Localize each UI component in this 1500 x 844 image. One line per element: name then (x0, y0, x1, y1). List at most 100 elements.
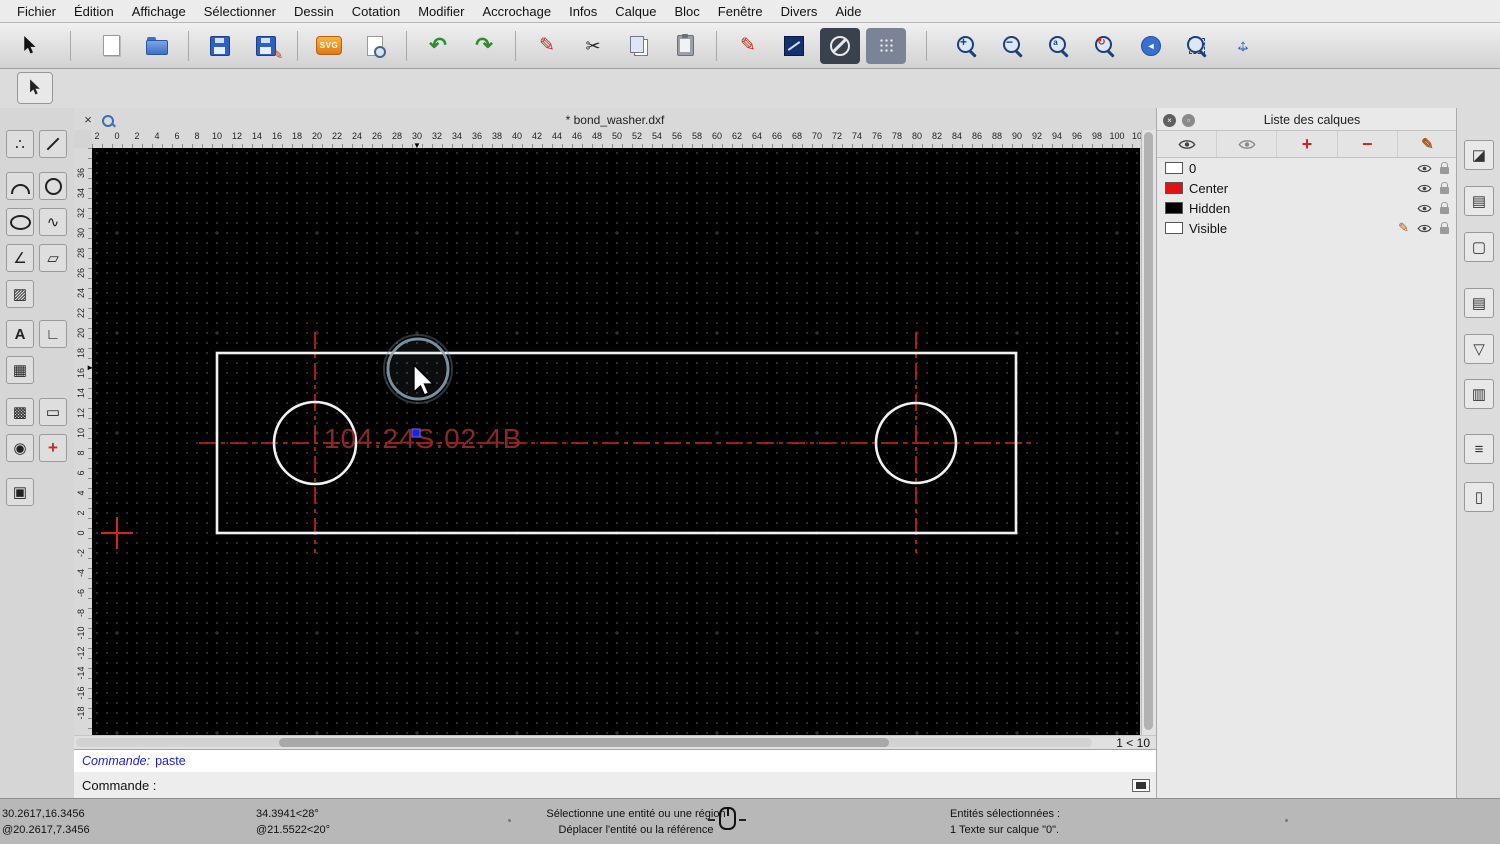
vertical-scrollbar-thumb[interactable] (1144, 132, 1153, 730)
remove-layer-button[interactable]: − (1338, 131, 1398, 157)
layer-visibility-icon[interactable] (1417, 204, 1432, 213)
menu-dessin[interactable]: Dessin (285, 4, 343, 19)
layer-lock-icon[interactable] (1440, 187, 1449, 194)
dock-properties-button[interactable]: ▥ (1464, 379, 1494, 409)
tab-close-button[interactable]: × (80, 112, 96, 128)
add-layer-button[interactable]: + (1277, 131, 1337, 157)
menu-cotation[interactable]: Cotation (343, 4, 409, 19)
save-as-button[interactable]: ✎ (246, 28, 286, 64)
dock-clipboard-button[interactable]: ▯ (1464, 482, 1494, 512)
cut-button[interactable]: ✂ (573, 28, 613, 64)
layer-visibility-icon[interactable] (1417, 164, 1432, 173)
menu-bloc[interactable]: Bloc (665, 4, 708, 19)
zoom-previous-button[interactable]: ◄ (1131, 28, 1171, 64)
menu-modifier[interactable]: Modifier (409, 4, 473, 19)
horizontal-scrollbar-thumb[interactable] (279, 738, 889, 747)
dock-library-button[interactable]: ◪ (1464, 140, 1494, 170)
layer-visibility-icon[interactable] (1417, 184, 1432, 193)
layer-edit-pencil-icon[interactable]: ✎ (1398, 220, 1409, 236)
zoom-out-button[interactable]: − (993, 28, 1033, 64)
menu-divers[interactable]: Divers (772, 4, 827, 19)
arc-tool[interactable] (6, 172, 34, 200)
select-tool-button[interactable] (10, 28, 50, 64)
layer-row-visible[interactable]: Visible ✎ (1157, 218, 1457, 238)
zoom-window-button[interactable] (1177, 28, 1217, 64)
zoom-pan-button[interactable]: ↔↕ (1223, 28, 1263, 64)
scissors-icon: ✂ (585, 37, 600, 55)
attributes-button[interactable] (774, 28, 814, 64)
show-all-layers-button[interactable] (1157, 131, 1217, 157)
polyline-tool[interactable]: ∠ (6, 244, 34, 272)
layer-row-hidden[interactable]: Hidden (1157, 198, 1457, 218)
save-button[interactable] (200, 28, 240, 64)
drawing-canvas[interactable]: 104.24S.02.4B (92, 148, 1140, 735)
dock-blocks-button[interactable]: ▤ (1464, 186, 1494, 216)
tab-zoom-icon[interactable] (102, 115, 114, 127)
image-tool[interactable]: ▦ (6, 356, 34, 384)
dock-command-button[interactable]: ≡ (1464, 434, 1494, 464)
layer-row-0[interactable]: 0 (1157, 158, 1457, 178)
circle-tool[interactable] (39, 172, 67, 200)
snap-tool[interactable]: + (39, 434, 67, 462)
line-tool[interactable] (39, 130, 67, 158)
donut-tool[interactable]: ◉ (6, 434, 34, 462)
command-input[interactable] (162, 774, 1126, 796)
menu-fichier[interactable]: Fichier (8, 4, 65, 19)
menu-edition[interactable]: Édition (65, 4, 123, 19)
dock-filter-button[interactable]: ▽ (1464, 334, 1494, 364)
redo-button[interactable]: ↷ (464, 28, 504, 64)
circle-tool-button[interactable] (820, 28, 860, 64)
zoom-in-button[interactable]: + (947, 28, 987, 64)
eraser-button[interactable]: ✎ (527, 28, 567, 64)
print-preview-button[interactable] (355, 28, 395, 64)
dock-window-button[interactable]: ▢ (1464, 232, 1494, 262)
measure-tool[interactable]: ▭ (39, 398, 67, 426)
explode-tool[interactable]: ▩ (6, 398, 34, 426)
spline-tool[interactable]: ∿ (39, 208, 67, 236)
zoom-auto-button[interactable]: a (1039, 28, 1079, 64)
svg-export-button[interactable]: SVG (309, 28, 349, 64)
menu-aide[interactable]: Aide (826, 4, 870, 19)
panel-float-button[interactable]: ▫ (1182, 114, 1195, 127)
polygon-tool[interactable]: ▱ (39, 244, 67, 272)
layer-color-swatch[interactable] (1165, 222, 1183, 234)
layer-row-center[interactable]: Center (1157, 178, 1457, 198)
solid-tool[interactable]: ▣ (6, 478, 34, 506)
horizontal-scrollbar[interactable] (76, 738, 1092, 747)
hide-all-layers-button[interactable] (1217, 131, 1277, 157)
points-tool[interactable]: ∴ (6, 130, 34, 158)
pen-button[interactable]: ✎ (728, 28, 768, 64)
layer-color-swatch[interactable] (1165, 162, 1183, 174)
layer-lock-icon[interactable] (1440, 227, 1449, 234)
vertical-scrollbar[interactable] (1141, 130, 1156, 735)
menu-accrochage[interactable]: Accrochage (473, 4, 560, 19)
copy-button[interactable] (619, 28, 659, 64)
paste-button[interactable] (665, 28, 705, 64)
open-file-button[interactable] (137, 28, 177, 64)
edit-layer-button[interactable]: ✎ (1398, 131, 1457, 157)
panel-close-button[interactable]: × (1163, 114, 1176, 127)
layer-visibility-icon[interactable] (1417, 224, 1432, 233)
hatch-tool[interactable]: ▨ (6, 280, 34, 308)
new-file-button[interactable] (91, 28, 131, 64)
grid-toggle-button[interactable] (866, 28, 906, 64)
menu-calque[interactable]: Calque (606, 4, 665, 19)
menu-selectionner[interactable]: Sélectionner (195, 4, 285, 19)
text-tool[interactable]: A (6, 320, 34, 348)
part-number-text[interactable]: 104.24S.02.4B (324, 423, 522, 454)
layer-lock-icon[interactable] (1440, 167, 1449, 174)
zoom-redraw-button[interactable]: ↻ (1085, 28, 1125, 64)
command-options-button[interactable] (1132, 779, 1150, 792)
layer-color-swatch[interactable] (1165, 182, 1183, 194)
dimension-tool[interactable]: ∟ (39, 320, 67, 348)
layer-lock-icon[interactable] (1440, 207, 1449, 214)
active-select-tool-button[interactable] (17, 72, 53, 104)
dock-list-button[interactable]: ▤ (1464, 288, 1494, 318)
undo-button[interactable]: ↶ (418, 28, 458, 64)
selection-handle[interactable] (412, 429, 420, 437)
menu-affichage[interactable]: Affichage (123, 4, 195, 19)
menu-infos[interactable]: Infos (560, 4, 606, 19)
ellipse-tool[interactable] (6, 208, 34, 236)
layer-color-swatch[interactable] (1165, 202, 1183, 214)
menu-fenetre[interactable]: Fenêtre (709, 4, 772, 19)
